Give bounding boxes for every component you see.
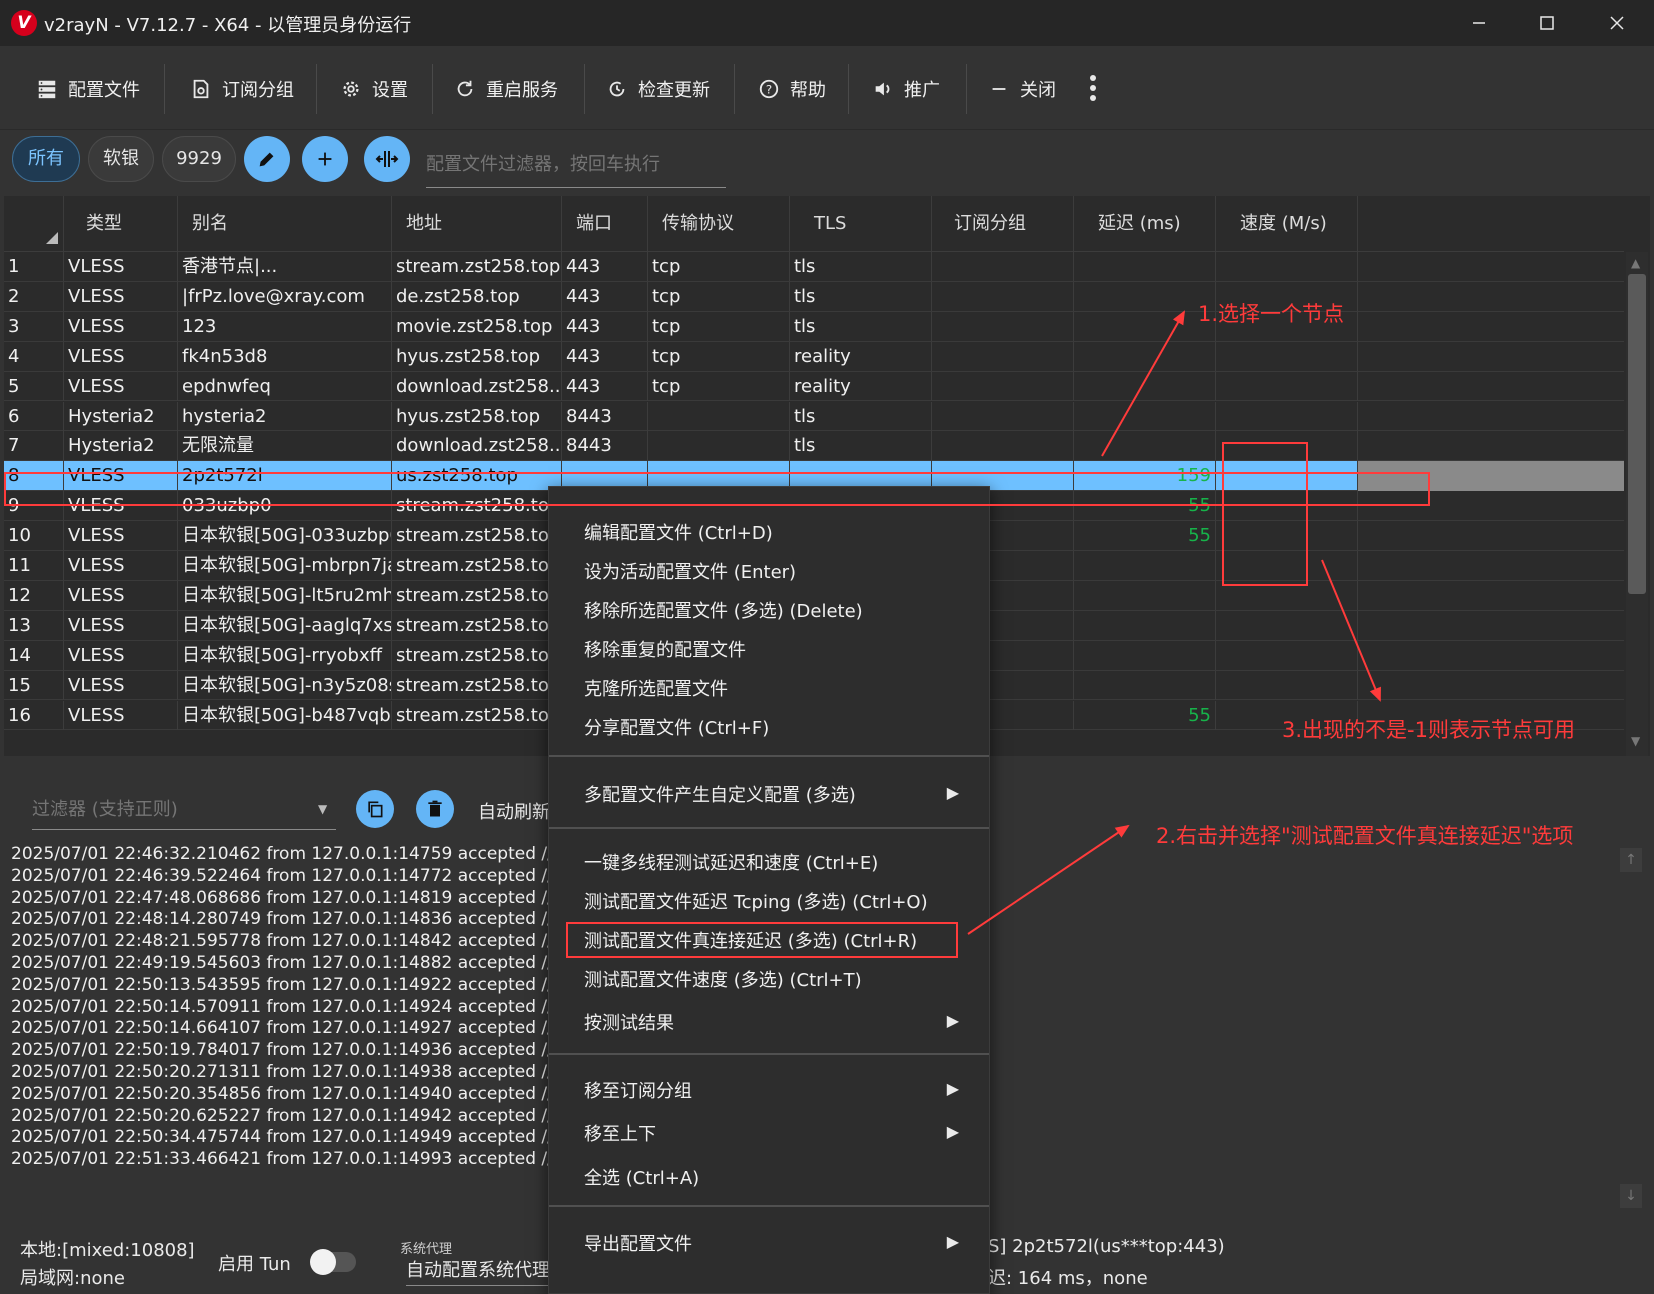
arrow-to-step-1 (1101, 310, 1185, 457)
annotation-arrows (967, 310, 1381, 935)
arrow-to-step-3 (1321, 559, 1381, 702)
arrow-to-step-2 (967, 824, 1130, 935)
